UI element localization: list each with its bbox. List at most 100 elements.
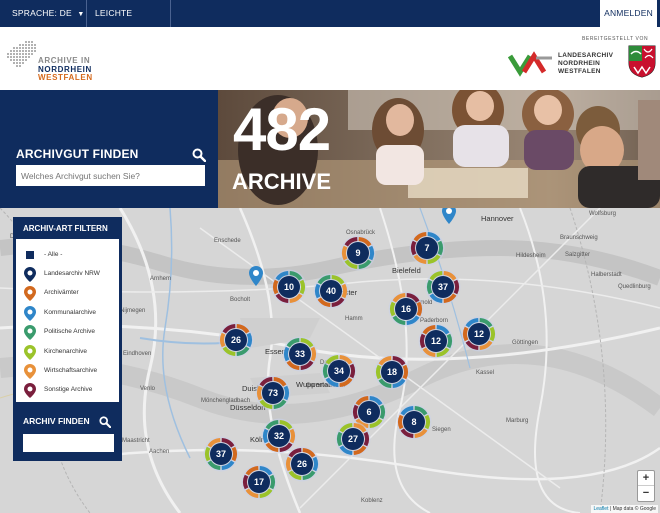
archive-find-title: ARCHIV FINDEN: [23, 416, 90, 426]
leaflet-link[interactable]: Leaflet: [593, 506, 608, 512]
cluster-marker[interactable]: 8: [396, 404, 432, 440]
map-place-label: Maastricht: [122, 438, 150, 444]
cluster-marker[interactable]: 9: [340, 235, 376, 271]
search-icon[interactable]: [192, 148, 206, 162]
cluster-marker[interactable]: 73: [255, 375, 291, 411]
map-place-label: Aachen: [149, 449, 170, 455]
map-pin-icon[interactable]: [249, 266, 263, 286]
filter-item-label: Politische Archive: [44, 328, 95, 335]
cluster-marker[interactable]: 18: [374, 354, 410, 390]
cluster-marker[interactable]: 12: [461, 316, 497, 352]
cluster-count: 34: [333, 366, 344, 376]
cluster-marker[interactable]: 37: [425, 269, 461, 305]
map-place-label: Kassel: [476, 370, 495, 376]
map-place-label: Göttingen: [512, 340, 539, 346]
cluster-marker[interactable]: 26: [218, 322, 254, 358]
map-pin-icon: [24, 267, 36, 282]
easy-language-link[interactable]: LEICHTE SPRACHE: [87, 0, 171, 45]
landesarchiv-logo-icon: [508, 51, 552, 77]
map-place-label: Quedlinburg: [618, 284, 651, 290]
archive-search-input[interactable]: [16, 165, 205, 186]
archive-count: 482: [233, 96, 331, 163]
top-bar: SPRACHE: DE ▼ LEICHTE SPRACHE ANMELDEN: [0, 0, 660, 45]
map-place-label: Arnhem: [150, 276, 172, 282]
cluster-count: 16: [400, 304, 411, 314]
map-place-label: Bocholt: [230, 297, 251, 303]
map-place-label: Halberstadt: [591, 272, 622, 278]
map-pin-icon: [24, 383, 36, 398]
cluster-marker[interactable]: 12: [418, 323, 454, 359]
cluster-count: 12: [430, 336, 441, 346]
cluster-marker[interactable]: 16: [388, 291, 424, 327]
cluster-count: 12: [473, 329, 484, 339]
map-place-label: Mönchengladbach: [201, 398, 251, 404]
cluster-count: 26: [296, 459, 307, 469]
map-pin-icon: [24, 306, 36, 321]
archive-count-label: ARCHIVE: [232, 169, 332, 194]
chevron-down-icon: ▼: [77, 11, 85, 18]
cluster-count: 17: [253, 477, 264, 487]
map-place-label: Braunschweig: [560, 235, 598, 241]
nrw-crest-icon: [628, 45, 656, 78]
square-icon: [26, 251, 34, 259]
archive-type-filter: ARCHIV-ART FILTERN - Alle - Landesarchiv …: [13, 217, 122, 405]
map-place-label: Salzgitter: [565, 252, 591, 258]
cluster-count: 37: [215, 449, 226, 459]
landesarchiv-logo[interactable]: LANDESARCHIV NORDRHEIN WESTFALEN: [558, 52, 613, 76]
cluster-marker[interactable]: 37: [203, 436, 239, 472]
cluster-count: 27: [347, 434, 358, 444]
filter-item-label: Sonstige Archive: [44, 386, 93, 393]
cluster-marker[interactable]: 34: [321, 353, 357, 389]
zoom-control: + −: [637, 470, 655, 502]
filter-item-label: - Alle -: [44, 251, 63, 258]
zoom-out-button[interactable]: −: [638, 486, 654, 501]
map-pin-icon: [24, 286, 36, 301]
map-pin-icon: [24, 345, 36, 360]
map-pin-icon: [24, 364, 36, 379]
cluster-count: 9: [355, 248, 361, 258]
archive-nrw-logo[interactable]: ARCHIVE IN NORDRHEIN WESTFALEN: [38, 56, 93, 83]
cluster-marker[interactable]: 7: [409, 230, 445, 266]
map-data-credit: Map data © Google: [612, 506, 656, 512]
map-attribution: Leaflet | Map data © Google: [591, 505, 658, 513]
archive-find-input[interactable]: [23, 434, 114, 452]
language-label: SPRACHE:: [12, 8, 58, 18]
filter-item-label: Kommunalarchive: [44, 309, 97, 316]
map-place-label: Wolfsburg: [589, 211, 616, 217]
cluster-count: 37: [437, 282, 448, 292]
map-place-label: Hannover: [481, 214, 514, 223]
cluster-marker[interactable]: 26: [284, 446, 320, 482]
map-place-label: Siegen: [432, 427, 451, 433]
cluster-count: 7: [424, 243, 430, 253]
cluster-marker[interactable]: 10: [271, 269, 307, 305]
cluster-marker[interactable]: 27: [335, 421, 371, 457]
map-place-label: Marburg: [506, 418, 529, 424]
filter-item-label: Kirchenarchive: [44, 348, 87, 355]
map-pin-icon[interactable]: [442, 208, 456, 224]
map-pin-icon: [24, 325, 36, 340]
cluster-count: 40: [325, 286, 336, 296]
provided-by-label: BEREITGESTELLT VON: [582, 36, 649, 42]
map-place-label: Hamm: [345, 316, 363, 322]
zoom-in-button[interactable]: +: [638, 471, 654, 486]
archive-find-panel: ARCHIV FINDEN: [13, 405, 122, 461]
hero-title: ARCHIVGUT FINDEN: [16, 147, 139, 161]
cluster-count: 8: [411, 417, 417, 427]
search-icon[interactable]: [99, 416, 111, 428]
map-place-label: Enschede: [214, 238, 241, 244]
cluster-marker[interactable]: 40: [313, 273, 349, 309]
map-place-label: Hildesheim: [516, 253, 546, 259]
map-place-label: Nijmegen: [120, 308, 146, 314]
cluster-count: 26: [230, 335, 241, 345]
login-button[interactable]: ANMELDEN: [600, 0, 657, 27]
cluster-count: 73: [267, 388, 278, 398]
filter-item-label: Landesarchiv NRW: [44, 270, 100, 277]
filter-item-label: Wirtschaftsarchive: [44, 367, 98, 374]
cluster-count: 33: [294, 349, 305, 359]
language-selector[interactable]: SPRACHE: DE ▼: [0, 0, 87, 27]
map-place-label: Venlo: [140, 386, 156, 392]
cluster-marker[interactable]: 33: [282, 336, 318, 372]
cluster-marker[interactable]: 17: [241, 464, 277, 500]
cluster-count: 10: [283, 282, 294, 292]
cluster-count: 18: [386, 367, 397, 377]
